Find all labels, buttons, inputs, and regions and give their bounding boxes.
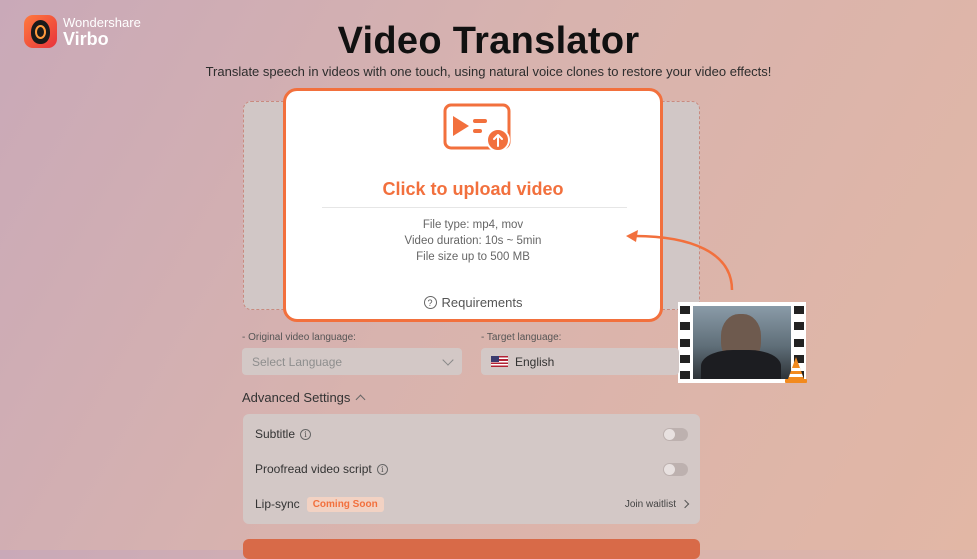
coming-soon-badge: Coming Soon	[306, 496, 384, 512]
page-subtitle: Translate speech in videos with one touc…	[205, 64, 772, 79]
subtitle-label: Subtitle	[255, 427, 296, 441]
upload-divider	[322, 207, 627, 208]
proofread-toggle[interactable]	[663, 462, 688, 476]
requirements-label: Requirements	[441, 295, 523, 310]
original-language-select[interactable]: Select Language	[242, 348, 462, 375]
subtitle-toggle[interactable]	[663, 427, 688, 441]
join-waitlist-link[interactable]: Join waitlist	[624, 498, 690, 510]
info-icon[interactable]: i	[376, 463, 388, 475]
video-upload-icon	[443, 103, 511, 152]
video-frame	[693, 306, 791, 379]
info-icon[interactable]: i	[300, 428, 312, 440]
upload-info: File type: mp4, mov Video duration: 10s …	[286, 217, 660, 265]
curved-arrow-icon	[626, 230, 734, 291]
page-title: Video Translator	[337, 20, 640, 62]
join-waitlist-label: Join waitlist	[624, 498, 676, 510]
us-flag-icon	[491, 356, 508, 367]
file-size-info: File size up to 500 MB	[416, 251, 530, 263]
video-duration-info: Video duration: 10s ~ 5min	[404, 235, 542, 247]
upload-title[interactable]: Click to upload video	[286, 179, 660, 200]
chevron-right-icon	[680, 499, 690, 509]
advanced-settings-toggle[interactable]: Advanced Settings	[242, 390, 366, 405]
translate-button[interactable]	[243, 539, 700, 559]
upload-video-card[interactable]: Click to upload video File type: mp4, mo…	[283, 88, 663, 322]
lipsync-label: Lip-sync	[255, 497, 300, 511]
file-type-info: File type: mp4, mov	[422, 219, 524, 231]
subtitle-row: Subtitle i	[255, 424, 688, 444]
question-icon: ?	[423, 296, 437, 309]
advanced-settings-title: Advanced Settings	[242, 390, 351, 405]
target-language-value: English	[515, 354, 555, 369]
chevron-down-icon	[442, 353, 454, 366]
target-language-label: - Target language:	[481, 332, 562, 343]
requirements-link[interactable]: ? Requirements	[286, 295, 660, 310]
chevron-up-icon	[355, 394, 366, 405]
proofread-label: Proofread video script	[255, 462, 372, 476]
target-language-select[interactable]: English	[481, 348, 679, 375]
vlc-cone-icon	[785, 357, 807, 383]
advanced-settings-panel: Subtitle i Proofread video script i Lip-…	[243, 414, 700, 524]
lipsync-row: Lip-sync Coming Soon Join waitlist	[255, 494, 690, 514]
original-language-label: - Original video language:	[242, 332, 356, 343]
proofread-row: Proofread video script i	[255, 459, 688, 479]
film-holes-left	[679, 306, 691, 379]
video-thumbnail	[678, 302, 807, 383]
original-language-placeholder: Select Language	[252, 354, 343, 369]
